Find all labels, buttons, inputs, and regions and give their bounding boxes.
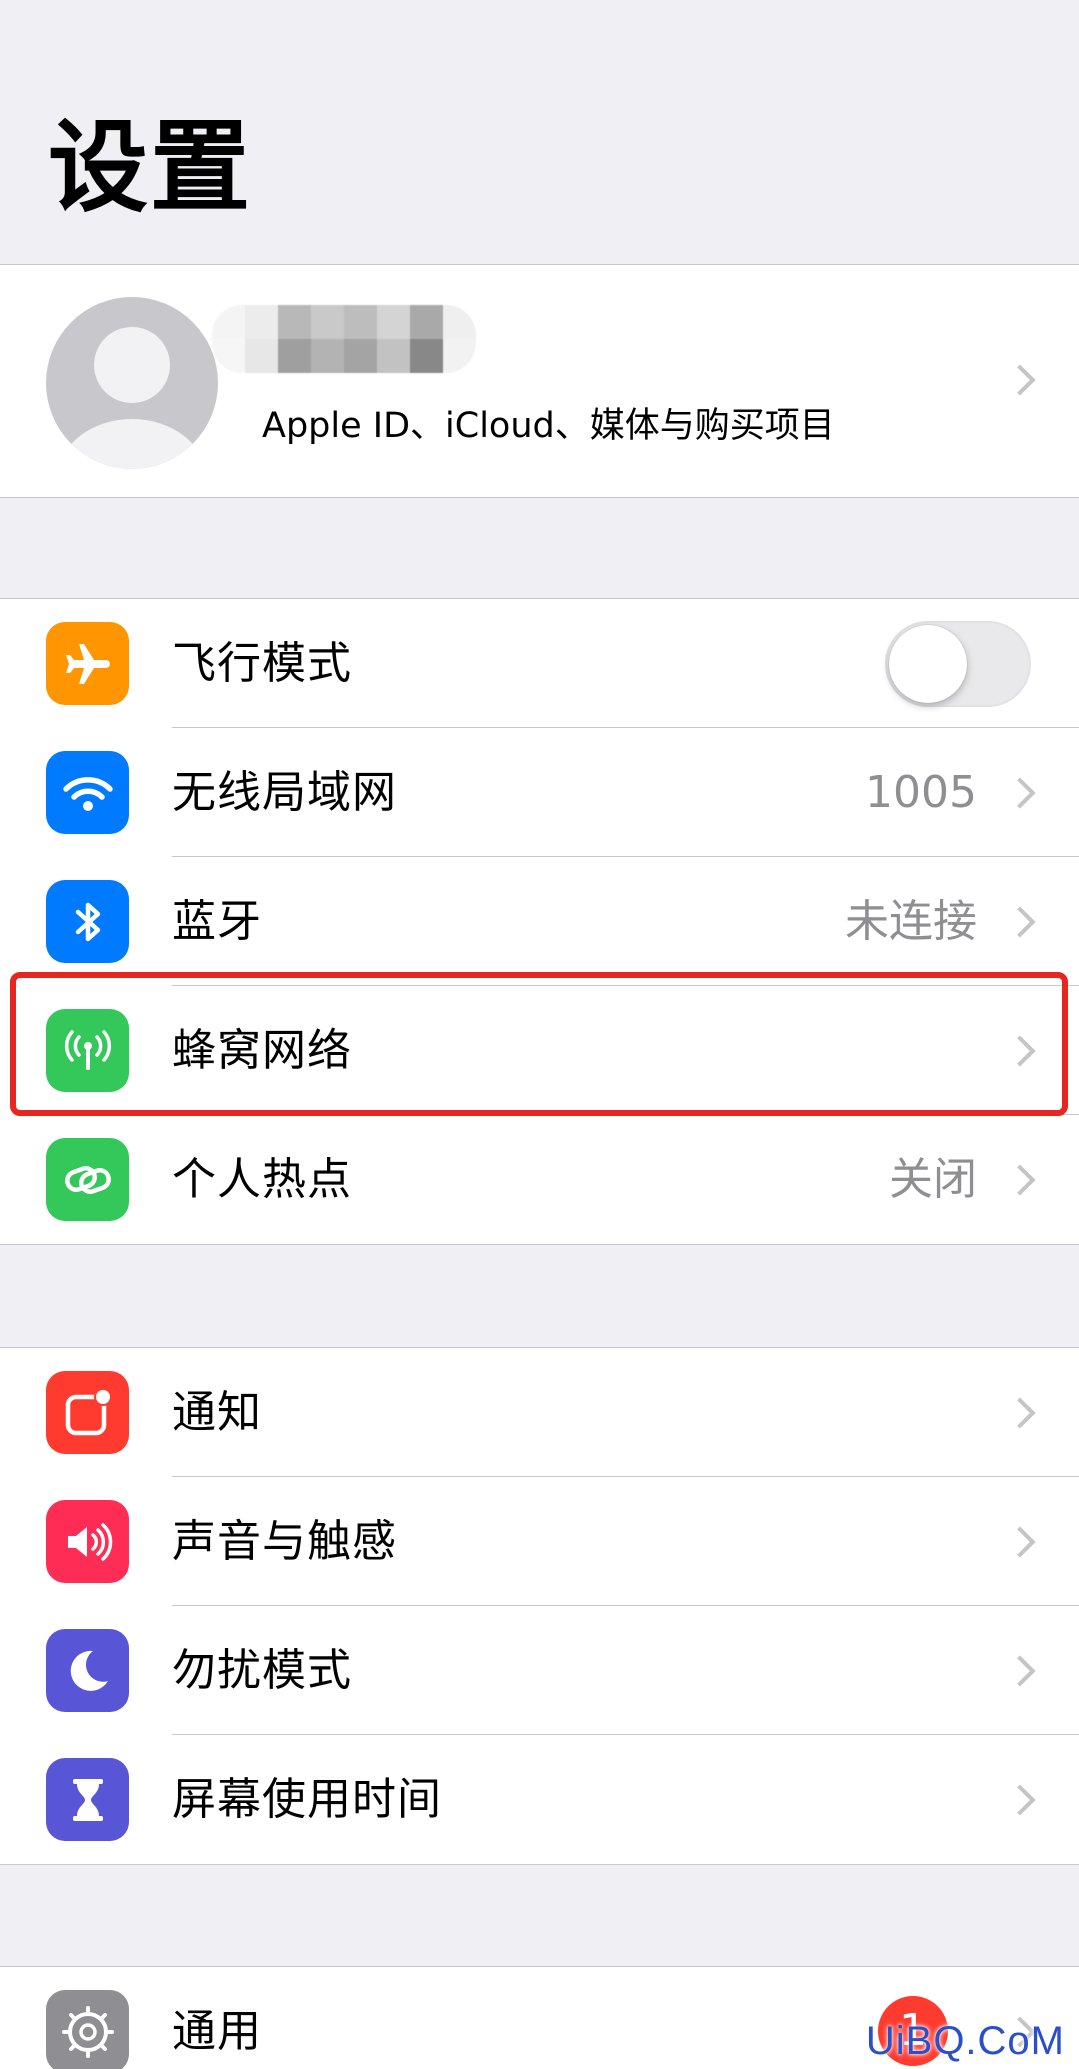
settings-row-cellular[interactable]: 蜂窝网络 xyxy=(0,986,1079,1115)
chain-link-icon xyxy=(46,1138,129,1221)
row-label: 屏幕使用时间 xyxy=(172,1774,442,1825)
row-label: 通用 xyxy=(172,2006,262,2057)
network-settings-group: 飞行模式 无线局域网 1005 蓝牙 未连接 蜂窝网络 个人热点 关闭 xyxy=(0,598,1079,1245)
row-value: 关闭 xyxy=(889,1154,977,1205)
row-label: 勿扰模式 xyxy=(172,1645,352,1696)
watermark-text: UiBQ.CoM xyxy=(865,2019,1065,2063)
profile-subtitle: Apple ID、iCloud、媒体与购买项目 xyxy=(262,406,835,446)
row-label: 个人热点 xyxy=(172,1154,352,1205)
speaker-icon xyxy=(46,1500,129,1583)
avatar-icon xyxy=(46,297,218,469)
profile-row[interactable]: Apple ID、iCloud、媒体与购买项目 xyxy=(0,264,1079,498)
chevron-right-icon xyxy=(1004,1397,1036,1429)
row-label: 飞行模式 xyxy=(172,638,352,689)
row-label: 蓝牙 xyxy=(172,896,262,947)
settings-row-dnd[interactable]: 勿扰模式 xyxy=(0,1606,1079,1735)
settings-row-sounds[interactable]: 声音与触感 xyxy=(0,1477,1079,1606)
airplane-icon xyxy=(46,622,129,705)
settings-row-wifi[interactable]: 无线局域网 1005 xyxy=(0,728,1079,857)
hourglass-icon xyxy=(46,1758,129,1841)
row-value: 1005 xyxy=(865,767,977,818)
row-value: 未连接 xyxy=(845,896,977,947)
moon-icon xyxy=(46,1629,129,1712)
title-area: 设置 xyxy=(0,0,1079,264)
chevron-right-icon xyxy=(1004,777,1036,809)
row-label: 通知 xyxy=(172,1387,262,1438)
profile-name-pixelated xyxy=(212,305,476,373)
antenna-icon xyxy=(46,1009,129,1092)
settings-row-hotspot[interactable]: 个人热点 关闭 xyxy=(0,1115,1079,1244)
settings-row-notifications[interactable]: 通知 xyxy=(0,1348,1079,1477)
chevron-right-icon xyxy=(1004,364,1036,396)
settings-row-bluetooth[interactable]: 蓝牙 未连接 xyxy=(0,857,1079,986)
airplane-mode-toggle[interactable] xyxy=(885,621,1031,707)
settings-row-airplane[interactable]: 飞行模式 xyxy=(0,599,1079,728)
chevron-right-icon xyxy=(1004,1164,1036,1196)
notification-settings-group: 通知 声音与触感 勿扰模式 屏幕使用时间 xyxy=(0,1347,1079,1865)
row-label: 声音与触感 xyxy=(172,1516,397,1567)
row-label: 无线局域网 xyxy=(172,767,397,818)
settings-row-screentime[interactable]: 屏幕使用时间 xyxy=(0,1735,1079,1864)
chevron-right-icon xyxy=(1004,1035,1036,1067)
chevron-right-icon xyxy=(1004,1526,1036,1558)
row-label: 蜂窝网络 xyxy=(172,1025,352,1076)
chevron-right-icon xyxy=(1004,906,1036,938)
bluetooth-icon xyxy=(46,880,129,963)
page-title: 设置 xyxy=(48,109,252,226)
gear-icon xyxy=(46,1990,129,2069)
notification-icon xyxy=(46,1371,129,1454)
chevron-right-icon xyxy=(1004,1784,1036,1816)
wifi-icon xyxy=(46,751,129,834)
chevron-right-icon xyxy=(1004,1655,1036,1687)
